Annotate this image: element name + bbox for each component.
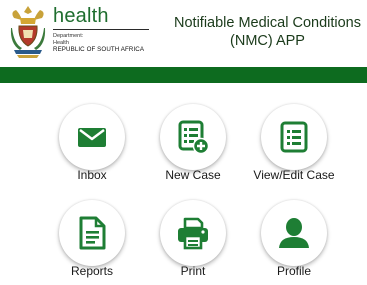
printer-icon	[178, 217, 208, 250]
menu-tile-profile[interactable]: Profile	[239, 200, 349, 280]
brand-block: health Department: Health REPUBLIC OF SO…	[53, 6, 153, 53]
brand-country: REPUBLIC OF SOUTH AFRICA	[53, 46, 145, 53]
app-title: Notifiable Medical Conditions (NMC) APP	[168, 14, 367, 50]
brand-divider	[53, 29, 149, 30]
menu-tile-inbox[interactable]: Inbox	[37, 104, 147, 184]
new-case-button[interactable]	[160, 104, 226, 170]
app-title-line-2: (NMC) APP	[230, 33, 305, 49]
coat-of-arms-logo	[10, 6, 46, 58]
app-title-line-1: Notifiable Medical Conditions	[174, 15, 361, 31]
reports-button[interactable]	[59, 200, 125, 266]
user-icon	[279, 218, 309, 248]
menu-tile-reports[interactable]: Reports	[37, 200, 147, 280]
list-icon	[280, 121, 308, 153]
view-edit-case-label: View/Edit Case	[253, 168, 335, 182]
inbox-button[interactable]	[59, 104, 125, 170]
new-case-label: New Case	[165, 168, 221, 182]
clipboard-plus-icon	[178, 120, 210, 155]
brand-name: health	[53, 5, 109, 27]
envelope-icon	[78, 128, 106, 147]
menu-tile-view-edit-case[interactable]: View/Edit Case	[239, 104, 349, 184]
profile-button[interactable]	[261, 200, 327, 266]
reports-label: Reports	[70, 264, 114, 278]
app-header: health Department: Health REPUBLIC OF SO…	[0, 0, 367, 68]
header-accent-bar	[0, 67, 367, 83]
view-edit-case-button[interactable]	[261, 104, 327, 170]
print-button[interactable]	[160, 200, 226, 266]
profile-label: Profile	[276, 264, 311, 278]
menu-tile-new-case[interactable]: New Case	[138, 104, 248, 184]
document-icon	[79, 216, 106, 250]
print-label: Print	[180, 264, 206, 278]
menu-tile-print[interactable]: Print	[138, 200, 248, 280]
inbox-label: Inbox	[77, 168, 107, 182]
